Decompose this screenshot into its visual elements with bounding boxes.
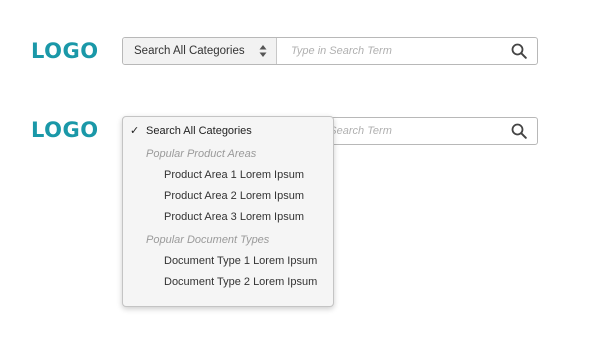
menu-item[interactable]: Document Type 1 Lorem Ipsum: [123, 252, 333, 271]
search-icon[interactable]: [511, 43, 527, 59]
select-stepper-icon: [259, 45, 267, 57]
category-dropdown-menu: ✓ Search All Categories Popular Product …: [122, 116, 334, 307]
search-input[interactable]: [277, 38, 497, 64]
category-select-label: Search All Categories: [134, 45, 245, 57]
menu-group-header: Popular Document Types: [146, 234, 270, 246]
menu-item-selected[interactable]: ✓ Search All Categories: [123, 122, 333, 141]
menu-item-label: Search All Categories: [146, 125, 252, 137]
menu-item-label: Document Type 2 Lorem Ipsum: [164, 276, 318, 288]
category-select[interactable]: Search All Categories: [123, 38, 277, 64]
checkmark-icon: ✓: [130, 125, 140, 137]
menu-item-label: Document Type 1 Lorem Ipsum: [164, 255, 318, 267]
logo[interactable]: LOGO: [31, 41, 99, 62]
menu-item[interactable]: Product Area 1 Lorem Ipsum: [123, 166, 333, 185]
menu-item[interactable]: Product Area 2 Lorem Ipsum: [123, 187, 333, 206]
menu-item-label: Product Area 2 Lorem Ipsum: [164, 190, 305, 202]
menu-item[interactable]: Document Type 2 Lorem Ipsum: [123, 273, 333, 292]
menu-group-header: Popular Product Areas: [146, 148, 257, 160]
menu-item-label: Product Area 1 Lorem Ipsum: [164, 169, 305, 181]
logo[interactable]: LOGO: [31, 120, 99, 141]
search-icon[interactable]: [511, 123, 527, 139]
menu-item-label: Product Area 3 Lorem Ipsum: [164, 211, 305, 223]
search-bar: Search All Categories: [122, 37, 538, 65]
menu-item[interactable]: Product Area 3 Lorem Ipsum: [123, 208, 333, 227]
